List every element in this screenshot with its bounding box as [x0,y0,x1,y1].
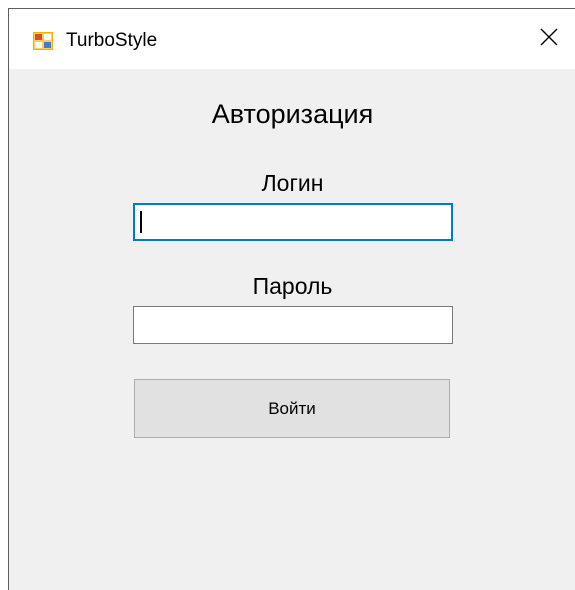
login-input[interactable] [133,203,453,241]
app-window: TurboStyle Авторизация Логин Пароль Войт… [8,8,575,590]
window-title: TurboStyle [66,30,158,51]
close-button[interactable] [523,9,575,69]
password-label: Пароль [252,273,333,299]
app-form-icon [33,32,53,50]
password-input[interactable] [133,306,453,344]
form-client-area: Авторизация Логин Пароль Войти [9,69,575,590]
form-heading: Авторизация [211,99,374,129]
title-bar[interactable]: TurboStyle [9,9,575,69]
login-label: Логин [261,170,324,196]
close-icon [540,28,558,51]
text-caret [140,211,142,233]
login-button[interactable]: Войти [134,379,450,438]
